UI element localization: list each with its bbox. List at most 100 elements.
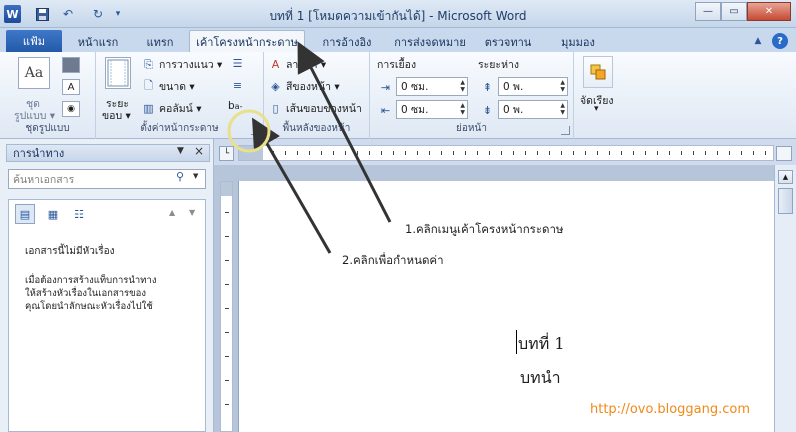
- document-heading-chapter[interactable]: บทที่ 1: [518, 332, 565, 357]
- group-arrange: จัดเรียง ▾: [574, 52, 624, 139]
- nav-next-icon[interactable]: ▼: [189, 208, 195, 217]
- ribbon: Aa ชุด รูปแบบ ▾ A ◉ ชุดรูปแบบ ระยะ ขอบ ▾…: [0, 52, 796, 139]
- indent-right-field[interactable]: 0 ซม. ▲ ▼: [396, 100, 468, 119]
- ruler-tick: [453, 151, 454, 155]
- nav-pane-close-icon[interactable]: ×: [194, 144, 204, 158]
- spacing-after-field[interactable]: 0 พ. ▲ ▼: [498, 100, 568, 119]
- ruler-tick: [309, 151, 310, 155]
- columns-label: คอลัมน์ ▾: [159, 103, 202, 115]
- vruler-tick: [225, 236, 229, 237]
- tab-references[interactable]: การอ้างอิง: [316, 32, 378, 52]
- hyphenation-button[interactable]: b a-: [228, 100, 242, 112]
- document-page[interactable]: [238, 181, 774, 432]
- window-title: บทที่ 1 [โหมดความเข้ากันได้] - Microsoft…: [269, 9, 527, 23]
- indent-right-icon: ⇤: [380, 104, 391, 117]
- nav-message-line: คุณโดยนำลักษณะหัวเรื่องไปใช้: [25, 301, 153, 312]
- browse-results-icon[interactable]: ☷: [69, 204, 89, 224]
- page-setup-dialog-launcher[interactable]: [251, 126, 260, 135]
- minimize-button[interactable]: —: [695, 2, 721, 21]
- page-borders-icon: ▯: [272, 102, 279, 115]
- tab-home[interactable]: หน้าแรก: [72, 32, 124, 52]
- tab-insert[interactable]: แทรก: [136, 32, 184, 52]
- breaks-button[interactable]: ☰: [230, 56, 248, 71]
- scroll-thumb[interactable]: [778, 188, 793, 214]
- themes-icon[interactable]: Aa: [18, 57, 50, 89]
- indent-left-spinner-icon[interactable]: ▲ ▼: [460, 79, 465, 93]
- tab-mailings[interactable]: การส่งจดหมาย: [390, 32, 470, 52]
- watermark-button[interactable]: A ลายน้ำ ▾: [268, 56, 326, 73]
- ruler-tick: [489, 151, 490, 155]
- view-ruler-toggle[interactable]: [776, 146, 792, 161]
- ruler-tick: [609, 151, 610, 155]
- indent-left-icon: ⇥: [380, 81, 391, 94]
- tab-view[interactable]: มุมมอง: [552, 32, 604, 52]
- tab-selector-icon[interactable]: └: [219, 146, 234, 161]
- vertical-scrollbar[interactable]: ▲: [774, 165, 796, 432]
- search-options-icon[interactable]: ▼: [193, 172, 198, 180]
- spacing-after-spinner-icon[interactable]: ▲ ▼: [560, 102, 565, 116]
- spacing-before-field[interactable]: 0 พ. ▲ ▼: [498, 77, 568, 96]
- document-heading-intro[interactable]: บทนำ: [520, 366, 561, 391]
- ruler-tick: [429, 151, 430, 155]
- columns-button[interactable]: ▥ คอลัมน์ ▾: [141, 100, 201, 117]
- nav-pane-menu-icon[interactable]: ▼: [177, 146, 184, 156]
- ribbon-tab-bar: แฟ้ม หน้าแรก แทรก เค้าโครงหน้ากระดาษ การ…: [0, 28, 796, 53]
- vertical-ruler[interactable]: [220, 181, 233, 432]
- orientation-button[interactable]: ⎘ การวางแนว ▾: [141, 56, 222, 73]
- browse-pages-icon[interactable]: ▦: [43, 204, 63, 224]
- watermark-label: ลายน้ำ ▾: [286, 59, 327, 71]
- paragraph-dialog-launcher[interactable]: [561, 126, 570, 135]
- ruler-tick: [297, 151, 298, 155]
- maximize-button[interactable]: ▭: [721, 2, 747, 21]
- hyphenation-suffix: a-: [234, 101, 243, 111]
- vruler-tick: [225, 332, 229, 333]
- indent-left-value: 0 ซม.: [401, 81, 429, 93]
- line-numbers-button[interactable]: ≡: [230, 78, 248, 93]
- browse-headings-icon[interactable]: ▤: [15, 204, 35, 224]
- group-page-setup: ระยะ ขอบ ▾ ⎘ การวางแนว ▾ 🗋 ขนาด ▾ ▥ คอลัมน์…: [96, 52, 264, 139]
- theme-fonts-icon[interactable]: A: [62, 79, 80, 95]
- tab-review[interactable]: ตรวจทาน: [482, 32, 534, 52]
- vruler-tick: [225, 356, 229, 357]
- ruler-tick: [273, 151, 274, 155]
- ruler-tick: [573, 151, 574, 155]
- ruler-tick: [417, 151, 418, 155]
- ruler-tick: [501, 151, 502, 155]
- watermark-url: http://ovo.bloggang.com: [590, 402, 751, 417]
- spacing-label: ระยะห่าง: [478, 59, 520, 71]
- scroll-up-button[interactable]: ▲: [778, 170, 793, 184]
- help-icon[interactable]: ?: [772, 33, 788, 49]
- page-color-label: สีของหน้า ▾: [286, 81, 340, 93]
- page-color-button[interactable]: ◈ สีของหน้า ▾: [268, 78, 340, 95]
- arrange-dropdown-icon[interactable]: ▾: [594, 104, 599, 114]
- page-borders-label: เส้นขอบของหน้า: [286, 103, 362, 115]
- search-icon[interactable]: ⚲: [176, 170, 184, 183]
- page-borders-button[interactable]: ▯ เส้นขอบของหน้า: [268, 100, 362, 117]
- vruler-tick: [225, 308, 229, 309]
- orientation-label: การวางแนว ▾: [159, 59, 223, 71]
- nav-empty-title: เอกสารนี้ไม่มีหัวเรื่อง: [25, 246, 115, 257]
- theme-colors-icon[interactable]: [62, 57, 80, 73]
- horizontal-ruler[interactable]: [238, 145, 774, 161]
- theme-effects-icon[interactable]: ◉: [62, 101, 80, 117]
- ruler-tick: [645, 151, 646, 155]
- ruler-tick: [525, 151, 526, 155]
- tab-file[interactable]: แฟ้ม: [6, 30, 62, 52]
- tab-page-layout[interactable]: เค้าโครงหน้ากระดาษ: [189, 30, 305, 53]
- indent-left-field[interactable]: 0 ซม. ▲ ▼: [396, 77, 468, 96]
- indent-right-spinner-icon[interactable]: ▲ ▼: [460, 102, 465, 116]
- nav-previous-icon[interactable]: ▲: [169, 208, 175, 217]
- margins-icon[interactable]: [105, 57, 131, 89]
- ruler-tick: [405, 151, 406, 155]
- annotation-step2: 2.คลิกเพื่อกำหนดค่า: [342, 253, 444, 267]
- ruler-tick: [705, 151, 706, 155]
- close-button[interactable]: ✕: [747, 2, 791, 21]
- arrange-icon[interactable]: [583, 56, 613, 88]
- ruler-tick: [393, 151, 394, 155]
- minimize-ribbon-icon[interactable]: ▲: [750, 33, 766, 49]
- ruler-tick: [597, 151, 598, 155]
- spacing-before-spinner-icon[interactable]: ▲ ▼: [560, 79, 565, 93]
- paragraph-group-label: ย่อหน้า: [456, 123, 487, 134]
- group-page-background: A ลายน้ำ ▾ ◈ สีของหน้า ▾ ▯ เส้นขอบของหน้า พ…: [264, 52, 370, 139]
- size-button[interactable]: 🗋 ขนาด ▾: [141, 78, 195, 95]
